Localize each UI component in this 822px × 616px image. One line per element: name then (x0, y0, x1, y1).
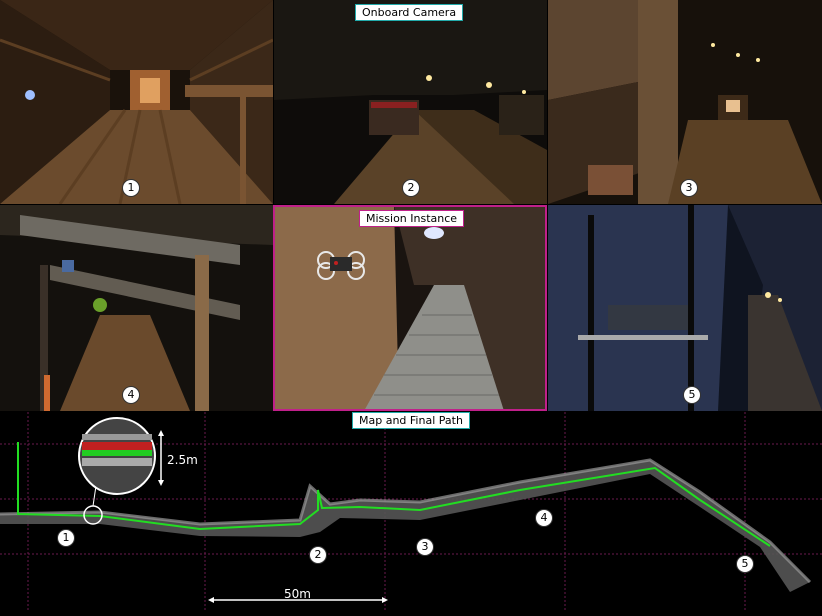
map-marker-5: 5 (736, 555, 754, 573)
camera-marker-1: 1 (122, 179, 140, 197)
camera-marker-3: 3 (680, 179, 698, 197)
mission-instance-label: Mission Instance (359, 210, 465, 227)
camera-image-5 (548, 205, 822, 411)
map-marker-4: 4 (535, 509, 553, 527)
onboard-camera-label: Onboard Camera (355, 4, 464, 21)
map-panel (0, 412, 822, 612)
scale-bar-label: 50m (284, 587, 311, 601)
camera-image-3 (548, 0, 822, 204)
camera-image-2 (274, 0, 547, 204)
map-marker-1: 1 (57, 529, 75, 547)
height-dimension-label: 2.5m (167, 453, 198, 467)
map-and-final-path-label: Map and Final Path (352, 412, 470, 429)
map-marker-2: 2 (309, 546, 327, 564)
zoom-inset-content (82, 434, 152, 466)
mission-instance-image (274, 205, 547, 411)
camera-image-4 (0, 205, 273, 411)
camera-image-1 (0, 0, 273, 204)
camera-marker-5: 5 (683, 386, 701, 404)
camera-marker-4: 4 (122, 386, 140, 404)
camera-marker-2: 2 (402, 179, 420, 197)
map-marker-3: 3 (416, 538, 434, 556)
